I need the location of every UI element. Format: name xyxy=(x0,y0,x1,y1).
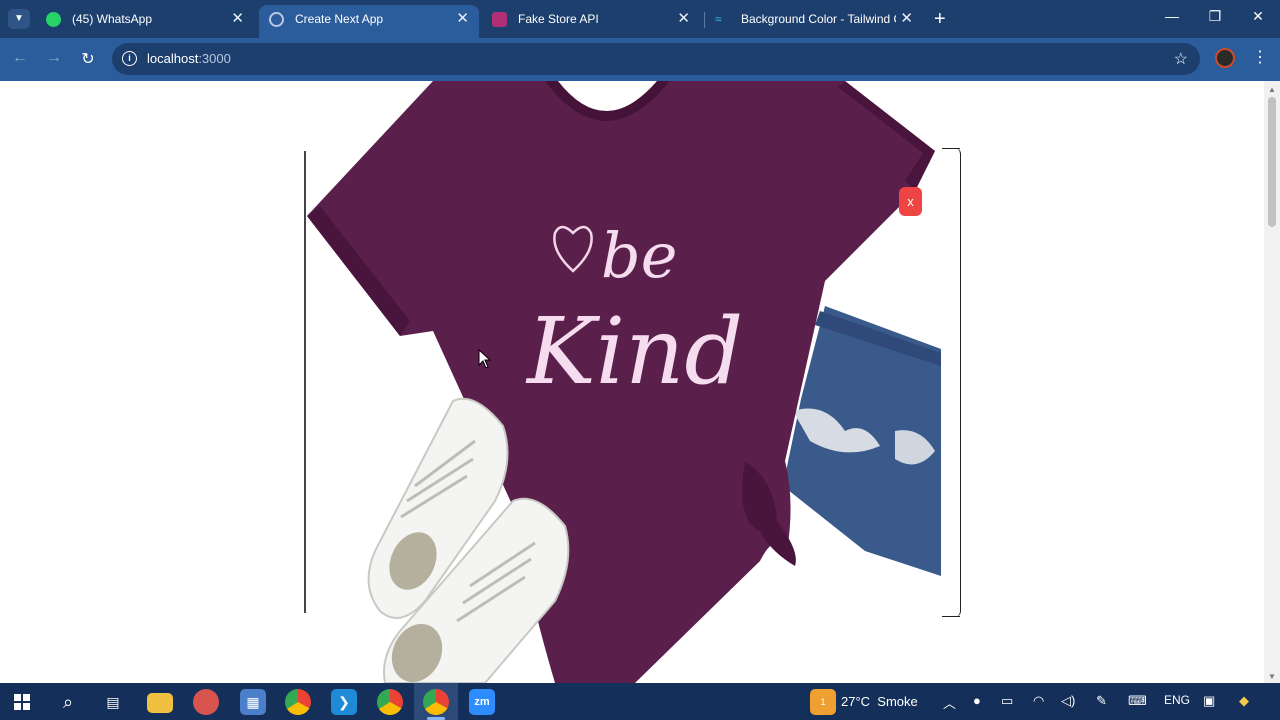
scroll-up-icon[interactable]: ▲ xyxy=(1268,85,1276,94)
task-view-icon[interactable]: ▤ xyxy=(100,689,126,715)
page-scrollbar[interactable]: ▲ ▼ xyxy=(1264,81,1280,683)
search-icon[interactable]: ⌕ xyxy=(55,689,81,715)
language-indicator[interactable]: ENG xyxy=(1164,693,1190,707)
weather-icon[interactable]: 1 xyxy=(810,689,836,715)
address-url[interactable]: localhost:3000 xyxy=(147,51,231,66)
weather-widget[interactable]: 27°C Smoke xyxy=(841,694,918,709)
volume-icon[interactable]: ◁) xyxy=(1061,693,1075,709)
close-tab-icon[interactable]: ✕ xyxy=(456,5,469,33)
file-explorer-icon[interactable] xyxy=(147,693,173,713)
tab-title: (45) WhatsApp xyxy=(72,12,153,26)
tailwind-icon: ≈ xyxy=(715,12,722,26)
tab-search-button[interactable]: ▼ xyxy=(8,9,30,29)
tab-title: Fake Store API xyxy=(518,12,599,26)
tab-fake-store-api[interactable]: Fake Store API ✕ xyxy=(482,5,700,38)
print-line1: be xyxy=(601,219,677,292)
microphone-icon[interactable]: ● xyxy=(973,693,981,708)
bookmark-star-icon[interactable]: ☆ xyxy=(1174,49,1188,69)
scroll-thumb[interactable] xyxy=(1268,97,1276,227)
vscode-icon[interactable]: ❯ xyxy=(331,689,357,715)
site-info-icon[interactable]: i xyxy=(122,51,137,66)
pen-icon[interactable]: ✎ xyxy=(1096,693,1107,709)
close-modal-button[interactable]: x xyxy=(899,187,922,216)
close-tab-icon[interactable]: ✕ xyxy=(900,5,913,33)
wifi-icon[interactable]: ◠ xyxy=(1033,693,1044,709)
restore-icon[interactable]: ❐ xyxy=(1205,8,1225,25)
zoom-icon[interactable]: zm xyxy=(469,689,495,715)
copilot-icon[interactable]: ◆ xyxy=(1239,693,1249,709)
new-tab-button[interactable]: + xyxy=(934,7,946,31)
back-icon[interactable]: ← xyxy=(10,49,30,67)
tab-strip: ▼ (45) WhatsApp ✕ Create Next App ✕ Fake… xyxy=(0,0,1280,38)
close-window-icon[interactable]: ✕ xyxy=(1248,8,1268,25)
browser-toolbar: ← → ↻ i localhost:3000 ☆ ⋮ xyxy=(0,38,1280,81)
chrome-active-icon[interactable] xyxy=(423,689,449,715)
snipping-icon[interactable] xyxy=(193,689,219,715)
fake-store-icon xyxy=(492,12,507,27)
minimize-icon[interactable]: — xyxy=(1162,8,1182,24)
chrome-icon[interactable] xyxy=(285,689,311,715)
print-line2: Kind xyxy=(525,298,743,405)
scroll-down-icon[interactable]: ▼ xyxy=(1268,672,1276,681)
reload-icon[interactable]: ↻ xyxy=(78,49,98,69)
tab-title: Background Color - Tailwind CSS xyxy=(741,12,896,26)
tab-tailwind[interactable]: ≈ Background Color - Tailwind CSS ✕ xyxy=(705,5,923,38)
keyboard-icon[interactable]: ⌨ xyxy=(1128,693,1147,709)
page-viewport: be Kind x ▲ ▼ xyxy=(0,81,1280,683)
taskbar: ⌕ ▤ ▦ ❯ zm 1 27°C Smoke ︿ ● ▭ ◠ ◁) ✎ ⌨ E… xyxy=(0,683,1280,720)
menu-kebab-icon[interactable]: ⋮ xyxy=(1252,47,1268,67)
forward-icon[interactable]: → xyxy=(44,49,64,67)
product-image: be Kind xyxy=(307,81,941,683)
close-tab-icon[interactable]: ✕ xyxy=(677,5,690,33)
whatsapp-icon xyxy=(46,12,61,27)
tab-create-next-app[interactable]: Create Next App ✕ xyxy=(259,5,479,38)
start-icon[interactable] xyxy=(14,694,30,710)
mouse-cursor-icon xyxy=(478,349,492,369)
tab-title: Create Next App xyxy=(295,12,384,26)
close-tab-icon[interactable]: ✕ xyxy=(231,5,244,33)
address-bar[interactable]: i localhost:3000 ☆ xyxy=(112,43,1200,75)
profile-avatar[interactable] xyxy=(1215,48,1235,68)
battery-icon[interactable]: ▭ xyxy=(1001,693,1013,709)
calculator-icon[interactable]: ▦ xyxy=(240,689,266,715)
notification-icon[interactable]: ▣ xyxy=(1203,693,1215,709)
chevron-up-icon[interactable]: ︿ xyxy=(943,693,956,712)
chrome-profile-icon[interactable] xyxy=(377,689,403,715)
tab-whatsapp[interactable]: (45) WhatsApp ✕ xyxy=(36,5,254,38)
globe-icon xyxy=(269,12,284,27)
